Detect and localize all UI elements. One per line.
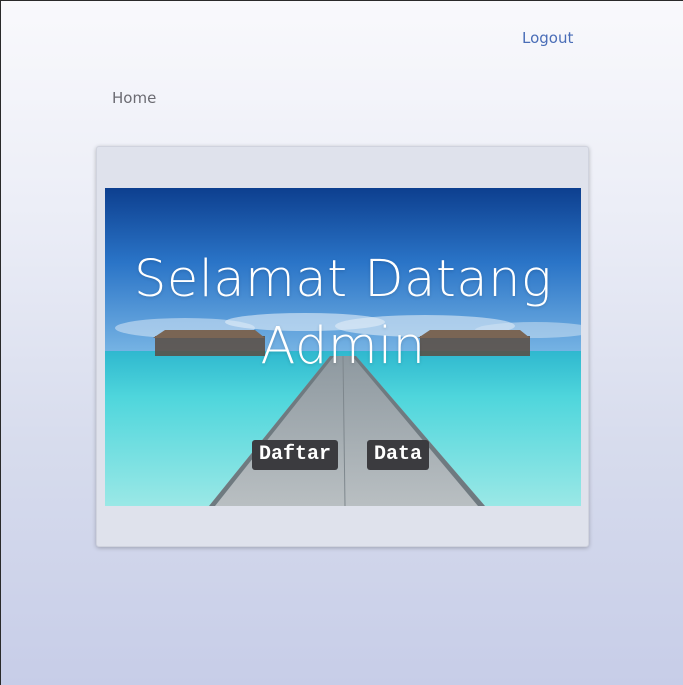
welcome-card: Selamat Datang Admin Daftar Data xyxy=(96,146,589,547)
logout-link[interactable]: Logout xyxy=(522,29,573,47)
home-link[interactable]: Home xyxy=(112,89,156,107)
hero-title: Selamat Datang Admin xyxy=(133,250,552,376)
data-button[interactable]: Data xyxy=(367,440,430,470)
top-navbar: Logout xyxy=(1,1,683,81)
daftar-button[interactable]: Daftar xyxy=(252,440,339,470)
hero-banner: Selamat Datang Admin Daftar Data xyxy=(105,188,581,506)
